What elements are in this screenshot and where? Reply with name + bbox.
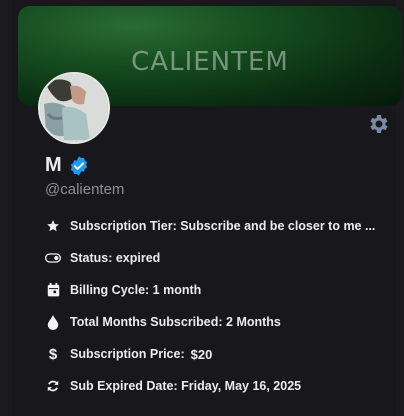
status-text: Status: expired (70, 251, 161, 265)
calendar-icon (45, 282, 61, 298)
star-icon (45, 218, 61, 234)
toggle-icon (45, 250, 61, 266)
subscription-card: CALIENTEM M @calientem Subscription Tier… (12, 0, 402, 416)
months-subscribed-text: Total Months Subscribed: 2 Months (70, 315, 281, 329)
status-row: Status: expired (45, 248, 160, 268)
verified-badge-icon (70, 155, 87, 176)
avatar[interactable] (38, 72, 110, 144)
refresh-icon (45, 378, 61, 394)
subscription-price-row: $ Subscription Price: $20 (45, 344, 212, 364)
expired-date-row: Sub Expired Date: Friday, May 16, 2025 (45, 376, 301, 396)
subscription-price-label: Subscription Price: (70, 347, 185, 361)
months-subscribed-row: Total Months Subscribed: 2 Months (45, 312, 281, 332)
gear-icon (370, 115, 388, 133)
expired-date-text: Sub Expired Date: Friday, May 16, 2025 (70, 379, 302, 393)
subscription-price-value: $20 (190, 346, 213, 362)
profile-name: M (45, 154, 62, 176)
avatar-image (40, 74, 108, 142)
subscription-tier-row: Subscription Tier: Subscribe and be clos… (45, 216, 375, 236)
billing-cycle-row: Billing Cycle: 1 month (45, 280, 201, 300)
profile-handle[interactable]: @calientem (45, 181, 124, 198)
billing-cycle-text: Billing Cycle: 1 month (70, 283, 202, 297)
drop-icon (45, 314, 61, 330)
subscription-tier-text: Subscription Tier: Subscribe and be clos… (70, 219, 376, 233)
settings-button[interactable] (366, 112, 390, 136)
name-row: M (45, 154, 90, 177)
dollar-icon: $ (48, 345, 58, 363)
